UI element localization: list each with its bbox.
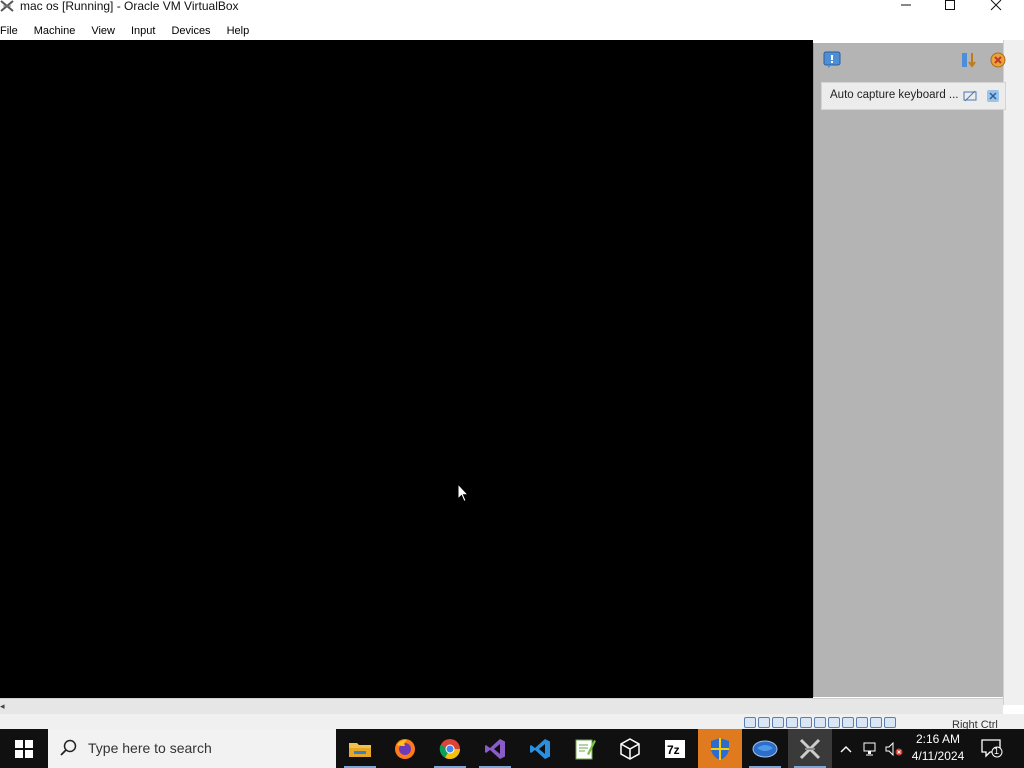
notepad-plus-plus-icon[interactable] xyxy=(563,729,607,768)
menu-view[interactable]: View xyxy=(83,22,123,40)
message-icon[interactable] xyxy=(823,51,841,69)
notification-center-panel: Auto capture keyboard ... xyxy=(813,43,1006,697)
virtualbox-app-icon xyxy=(0,0,14,12)
menu-file[interactable]: File xyxy=(0,22,26,40)
sort-order-icon[interactable] xyxy=(960,51,978,69)
network-tray-icon[interactable] xyxy=(861,729,881,768)
taskbar-search-box[interactable]: Type here to search xyxy=(48,729,336,768)
virtualbox-icon[interactable] xyxy=(788,729,832,768)
maximize-button[interactable] xyxy=(930,0,970,14)
firefox-icon[interactable] xyxy=(383,729,427,768)
scroll-left-icon[interactable]: ◂ xyxy=(0,701,5,712)
windows-taskbar: Type here to search 7z 2:16 AM 4/11/2024… xyxy=(0,729,1024,768)
clock-date: 4/11/2024 xyxy=(911,749,965,763)
vm-status-bar: Right Ctrl xyxy=(0,714,1024,731)
window-right-edge xyxy=(1003,40,1024,705)
close-button[interactable] xyxy=(976,0,1016,14)
video-capture-icon[interactable] xyxy=(842,717,854,728)
show-hidden-icons-chevron-icon[interactable] xyxy=(838,729,854,768)
minimize-button[interactable] xyxy=(886,0,926,14)
menu-help[interactable]: Help xyxy=(219,22,258,40)
host-key-icon[interactable] xyxy=(884,717,896,728)
chrome-icon[interactable] xyxy=(428,729,472,768)
virtualbox-box-icon[interactable] xyxy=(608,729,652,768)
usb-icon[interactable] xyxy=(800,717,812,728)
network-icon[interactable] xyxy=(786,717,798,728)
vscode-icon[interactable] xyxy=(518,729,562,768)
visual-studio-icon[interactable] xyxy=(473,729,517,768)
status-icons-group xyxy=(744,717,896,728)
system-clock[interactable]: 2:16 AM 4/11/2024 xyxy=(900,731,976,765)
window-title: mac os [Running] - Oracle VM VirtualBox xyxy=(20,0,239,13)
mouse-integration-icon[interactable] xyxy=(870,717,882,728)
menu-bar: File Machine View Input Devices Help xyxy=(0,22,1024,40)
svg-text:7z: 7z xyxy=(667,743,680,757)
search-placeholder: Type here to search xyxy=(88,740,212,756)
globe-app-icon[interactable] xyxy=(743,729,787,768)
horizontal-scrollbar[interactable]: ◂ xyxy=(0,698,1003,714)
optical-drive-icon[interactable] xyxy=(758,717,770,728)
7zip-icon[interactable]: 7z xyxy=(653,729,697,768)
display-icon[interactable] xyxy=(828,717,840,728)
shield-icon[interactable] xyxy=(698,729,742,768)
file-explorer-icon[interactable] xyxy=(338,729,382,768)
audio-icon[interactable] xyxy=(772,717,784,728)
start-button[interactable] xyxy=(0,729,48,768)
action-center-icon[interactable]: 1 xyxy=(980,738,1004,761)
shared-folders-icon[interactable] xyxy=(814,717,826,728)
notification-count-badge: 1 xyxy=(994,746,1000,756)
search-icon xyxy=(60,739,78,760)
mouse-cursor-icon xyxy=(457,482,470,506)
dont-show-again-icon[interactable] xyxy=(963,89,977,103)
window-title-bar[interactable]: mac os [Running] - Oracle VM VirtualBox xyxy=(0,0,1024,14)
menu-input[interactable]: Input xyxy=(123,22,163,40)
hard-disk-icon[interactable] xyxy=(744,717,756,728)
cpu-icon[interactable] xyxy=(856,717,868,728)
windows-logo-icon xyxy=(15,739,33,758)
dismiss-all-icon[interactable] xyxy=(989,51,1007,69)
close-notification-icon[interactable] xyxy=(986,89,1000,103)
clock-time: 2:16 AM xyxy=(915,732,961,746)
menu-devices[interactable]: Devices xyxy=(163,22,218,40)
vm-display[interactable] xyxy=(0,40,813,698)
notification-message: Auto capture keyboard ... xyxy=(830,89,959,101)
notification-item[interactable]: Auto capture keyboard ... xyxy=(821,82,1006,110)
menu-machine[interactable]: Machine xyxy=(26,22,84,40)
